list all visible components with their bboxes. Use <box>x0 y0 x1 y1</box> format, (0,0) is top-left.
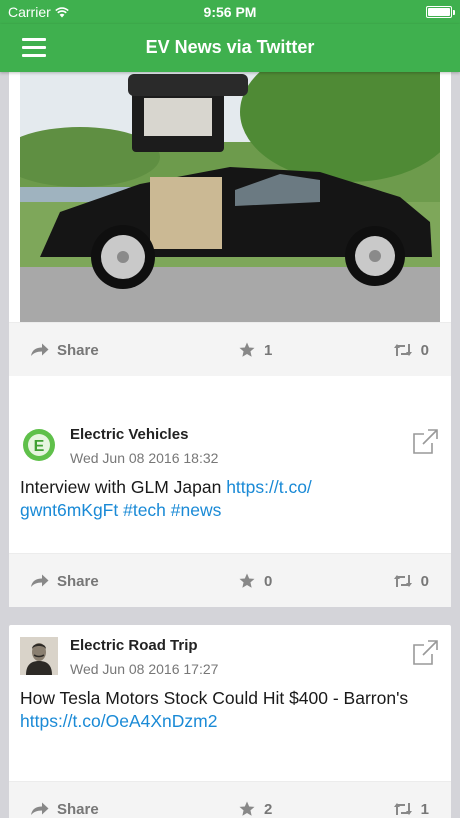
tweet-card: E Electric Vehicles Wed Jun 08 2016 18:3… <box>9 414 451 607</box>
tweet-body: Interview with GLM Japan <box>20 477 227 497</box>
external-link-icon[interactable] <box>410 637 440 667</box>
retweet-button[interactable]: 0 <box>393 323 429 377</box>
tweet-photo[interactable] <box>20 72 440 325</box>
nav-bar: EV News via Twitter <box>0 24 460 72</box>
external-link-icon[interactable] <box>410 426 440 456</box>
tweet-actions: Share 2 1 <box>9 781 451 818</box>
star-icon <box>239 342 255 357</box>
tweet-actions: Share 0 0 <box>9 553 451 607</box>
tweet-text: Interview with GLM Japan https://t.co/gw… <box>20 476 440 522</box>
retweet-count: 1 <box>420 800 429 818</box>
status-bar: Carrier 9:56 PM <box>0 0 460 24</box>
share-icon <box>31 802 49 815</box>
share-button[interactable]: Share <box>31 554 99 608</box>
tweet-text: How Tesla Motors Stock Could Hit $400 - … <box>20 687 440 733</box>
tweet-card: Electric Road Trip Wed Jun 08 2016 17:27… <box>9 625 451 818</box>
tweet-header: Electric Road Trip Wed Jun 08 2016 17:27 <box>20 637 440 681</box>
svg-text:E: E <box>34 438 45 455</box>
tweet-body: How Tesla Motors Stock Could Hit $400 - … <box>20 688 409 708</box>
like-button[interactable]: 0 <box>238 554 272 608</box>
retweet-button[interactable]: 0 <box>393 554 429 608</box>
share-label: Share <box>57 341 99 359</box>
retweet-count: 0 <box>420 572 429 590</box>
page-title: EV News via Twitter <box>145 37 315 57</box>
share-icon <box>31 574 49 587</box>
like-button[interactable]: 2 <box>238 782 272 818</box>
retweet-icon <box>393 803 412 815</box>
like-count: 1 <box>264 341 273 359</box>
share-button[interactable]: Share <box>31 323 99 377</box>
tweet-actions: Share 1 0 <box>9 322 451 376</box>
tweet-link[interactable]: https://t.co/ <box>226 477 312 497</box>
tweet-date: Wed Jun 08 2016 17:27 <box>70 661 219 677</box>
status-time: 9:56 PM <box>203 4 257 20</box>
tweet-feed[interactable]: Share 1 0 E Electric Vehicles Wed Jun 08… <box>0 72 460 818</box>
share-label: Share <box>57 800 99 818</box>
like-count: 2 <box>264 800 273 818</box>
author-name[interactable]: Electric Road Trip <box>70 637 198 654</box>
tweet-link[interactable]: https://t.co/OeA4XnDzm2 <box>20 711 217 731</box>
retweet-count: 0 <box>420 341 429 359</box>
avatar[interactable] <box>20 637 58 675</box>
share-label: Share <box>57 572 99 590</box>
battery-icon <box>426 6 455 18</box>
like-button[interactable]: 1 <box>238 323 272 377</box>
hashtag-link[interactable]: #news <box>171 500 222 520</box>
tweet-link[interactable]: gwnt6mKgFt <box>20 500 118 520</box>
retweet-icon <box>393 344 412 356</box>
share-button[interactable]: Share <box>31 782 99 818</box>
share-icon <box>31 343 49 356</box>
tweet-date: Wed Jun 08 2016 18:32 <box>70 450 219 466</box>
like-count: 0 <box>264 572 273 590</box>
tweet-header: E Electric Vehicles Wed Jun 08 2016 18:3… <box>20 426 440 470</box>
hashtag-link[interactable]: #tech <box>123 500 166 520</box>
author-name[interactable]: Electric Vehicles <box>70 426 188 443</box>
avatar[interactable]: E <box>20 426 58 464</box>
star-icon <box>239 573 255 588</box>
star-icon <box>239 801 255 816</box>
retweet-icon <box>393 575 412 587</box>
tweet-card: Share 1 0 <box>9 72 451 469</box>
retweet-button[interactable]: 1 <box>393 782 429 818</box>
tesla-photo-image <box>20 72 440 325</box>
